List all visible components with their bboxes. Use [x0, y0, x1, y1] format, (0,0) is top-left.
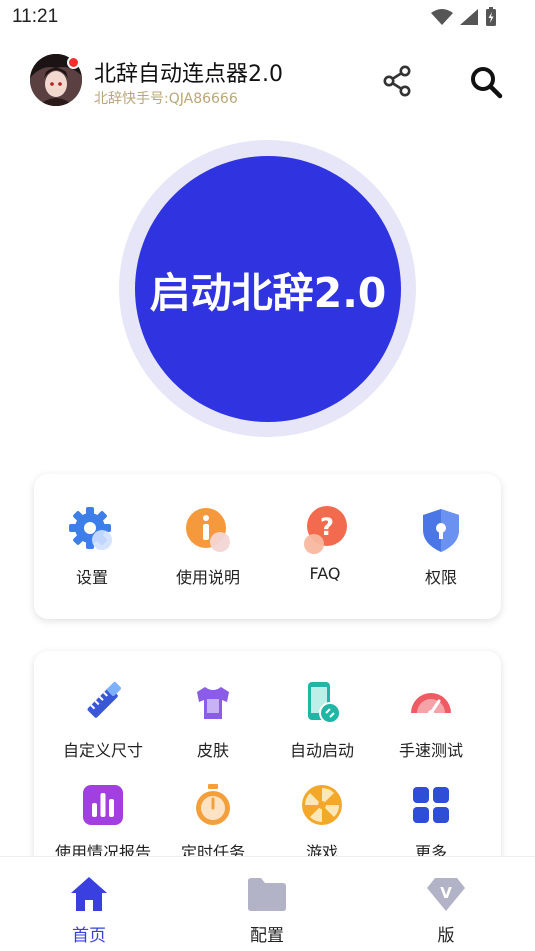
gear-icon	[68, 506, 116, 554]
menu-item-games[interactable]: 游戏	[267, 781, 377, 863]
menu-item-faq[interactable]: ? FAQ	[270, 506, 380, 583]
menu-item-label: 设置	[75, 568, 108, 587]
question-icon: ?	[301, 506, 349, 554]
info-icon	[184, 506, 232, 554]
share-icon	[383, 65, 411, 97]
quick-menu-card: 设置 使用说明 ? FAQ 权限	[34, 474, 501, 619]
start-button[interactable]: 启动北辞2.0	[135, 156, 401, 422]
notification-dot	[67, 56, 80, 69]
folder-icon	[248, 878, 286, 911]
menu-item-custom-size[interactable]: 自定义尺寸	[48, 679, 158, 761]
status-time: 11:21	[12, 6, 59, 27]
wifi-icon	[431, 9, 453, 25]
app-header: 北辞自动连点器2.0 北辞快手号:QJA86666	[0, 38, 535, 128]
menu-item-more[interactable]: 更多	[376, 781, 486, 863]
grid-icon	[407, 781, 455, 829]
stopwatch-icon	[189, 781, 237, 829]
diamond-v-icon: V	[427, 878, 465, 911]
home-icon	[71, 877, 107, 911]
menu-item-skin[interactable]: 皮肤	[158, 679, 268, 761]
signal-icon	[460, 9, 478, 25]
tools-menu-card: 自定义尺寸 皮肤 自动启动 手速测试 使用情况报告 定时任务 游戏 更多	[34, 651, 501, 871]
wheel-icon	[298, 781, 346, 829]
search-icon	[471, 67, 503, 99]
tab-label: 版	[437, 926, 455, 946]
main-content: 启动北辞2.0 设置 使用说明 ? FAQ 权限 自定义尺寸 皮肤 自动启动 手…	[0, 128, 535, 871]
start-button-label: 启动北辞2.0	[149, 269, 387, 317]
menu-item-label: FAQ	[309, 564, 341, 583]
share-button[interactable]	[378, 62, 416, 100]
menu-item-instructions[interactable]: 使用说明	[153, 506, 263, 588]
tab-home[interactable]: 首页	[44, 875, 134, 946]
tshirt-icon	[189, 679, 237, 727]
phone-link-icon	[298, 679, 346, 727]
menu-item-label: 权限	[424, 568, 457, 587]
bar-chart-icon	[79, 781, 127, 829]
bottom-tab-bar: 首页 配置 V 版	[0, 856, 535, 951]
shield-lock-icon	[417, 506, 465, 554]
ruler-pencil-icon	[79, 679, 127, 727]
tab-version[interactable]: V 版	[401, 875, 491, 946]
menu-item-speed-test[interactable]: 手速测试	[376, 679, 486, 761]
status-bar: 11:21	[0, 0, 535, 38]
tab-label: 首页	[72, 926, 106, 946]
menu-item-label: 皮肤	[196, 741, 229, 760]
menu-item-label: 使用说明	[175, 568, 240, 587]
system-icons	[431, 7, 497, 27]
battery-icon	[486, 7, 496, 26]
svg-text:V: V	[440, 884, 452, 902]
menu-item-settings[interactable]: 设置	[37, 506, 147, 588]
menu-item-label: 自定义尺寸	[62, 741, 143, 760]
search-button[interactable]	[466, 62, 506, 102]
menu-item-label: 自动启动	[289, 741, 354, 760]
account-id: 北辞快手号:QJA86666	[94, 91, 238, 107]
menu-item-permissions[interactable]: 权限	[386, 506, 496, 588]
tab-config[interactable]: 配置	[222, 875, 312, 946]
menu-item-usage-report[interactable]: 使用情况报告	[48, 781, 158, 863]
menu-item-autostart[interactable]: 自动启动	[267, 679, 377, 761]
app-title: 北辞自动连点器2.0	[94, 62, 283, 87]
menu-item-scheduled-tasks[interactable]: 定时任务	[158, 781, 268, 863]
speedometer-icon	[407, 679, 455, 727]
menu-item-label: 手速测试	[398, 741, 463, 760]
tab-label: 配置	[250, 926, 284, 946]
svg-text:?: ?	[320, 513, 334, 541]
